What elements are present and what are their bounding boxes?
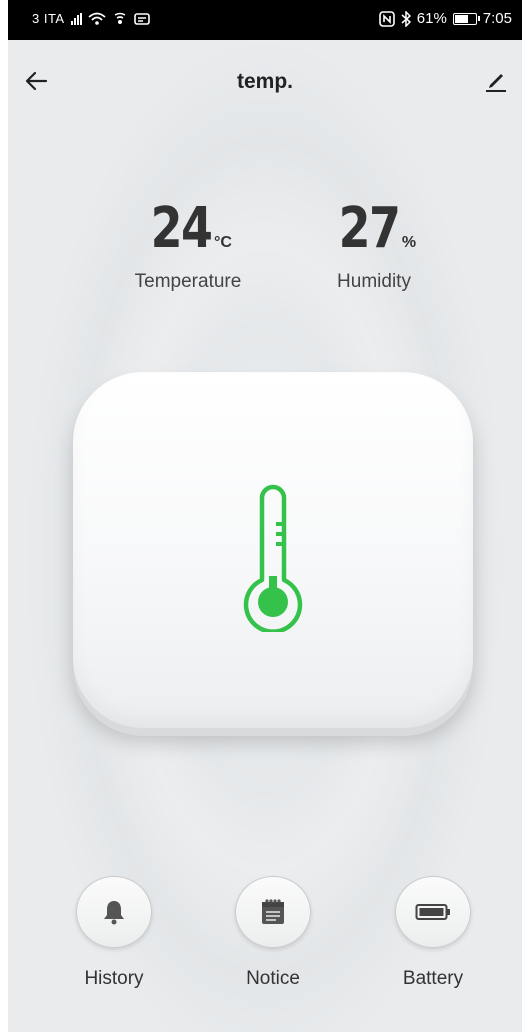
battery-label: Battery [402, 968, 464, 989]
bluetooth-icon [401, 10, 411, 27]
temperature-value: 24 [150, 196, 213, 261]
temperature-unit: °C [213, 234, 232, 251]
hotspot-icon [114, 12, 126, 24]
humidity-label: Humidity [337, 271, 411, 292]
page-title: temp. [236, 70, 293, 93]
device-card[interactable] [73, 372, 473, 728]
notice-button[interactable]: Notice [218, 876, 328, 990]
status-bar-right: 61% 7:05 [378, 10, 512, 27]
humidity-value: 27 [338, 196, 401, 261]
signal-icon [70, 12, 82, 25]
humidity-unit: % [401, 234, 417, 251]
clock: 7:05 [482, 10, 512, 27]
notepad-icon [262, 899, 284, 924]
wifi-icon [88, 12, 106, 25]
edit-pencil-icon[interactable] [482, 66, 510, 94]
history-circle[interactable] [76, 876, 152, 948]
battery-circle[interactable] [395, 876, 471, 948]
battery-percent: 61% [416, 10, 447, 27]
temperature-label: Temperature [134, 271, 242, 292]
notification-icon [133, 12, 150, 25]
notice-circle[interactable] [235, 876, 311, 948]
temperature-reading: 24 °C Temperature [108, 196, 268, 293]
header-bar: temp. [8, 54, 522, 104]
nfc-icon [378, 10, 395, 27]
battery-icon [415, 904, 450, 920]
history-label: History [84, 968, 144, 989]
thermometer-icon [243, 484, 303, 632]
battery-status-icon [452, 12, 480, 25]
humidity-reading: 27% Humidity [304, 196, 444, 293]
status-bar: 3 ITA 61% 7:05 [8, 0, 522, 40]
battery-button[interactable]: Battery [378, 876, 488, 990]
device-screen: 3 ITA 61% 7:05 temp. 24 °C Temperature 27… [8, 0, 522, 1032]
history-button[interactable]: History [59, 876, 169, 990]
bell-icon [104, 901, 124, 925]
notice-label: Notice [246, 968, 300, 989]
carrier-name: 3 ITA [32, 11, 65, 26]
status-bar-left: 3 ITA [32, 11, 150, 26]
